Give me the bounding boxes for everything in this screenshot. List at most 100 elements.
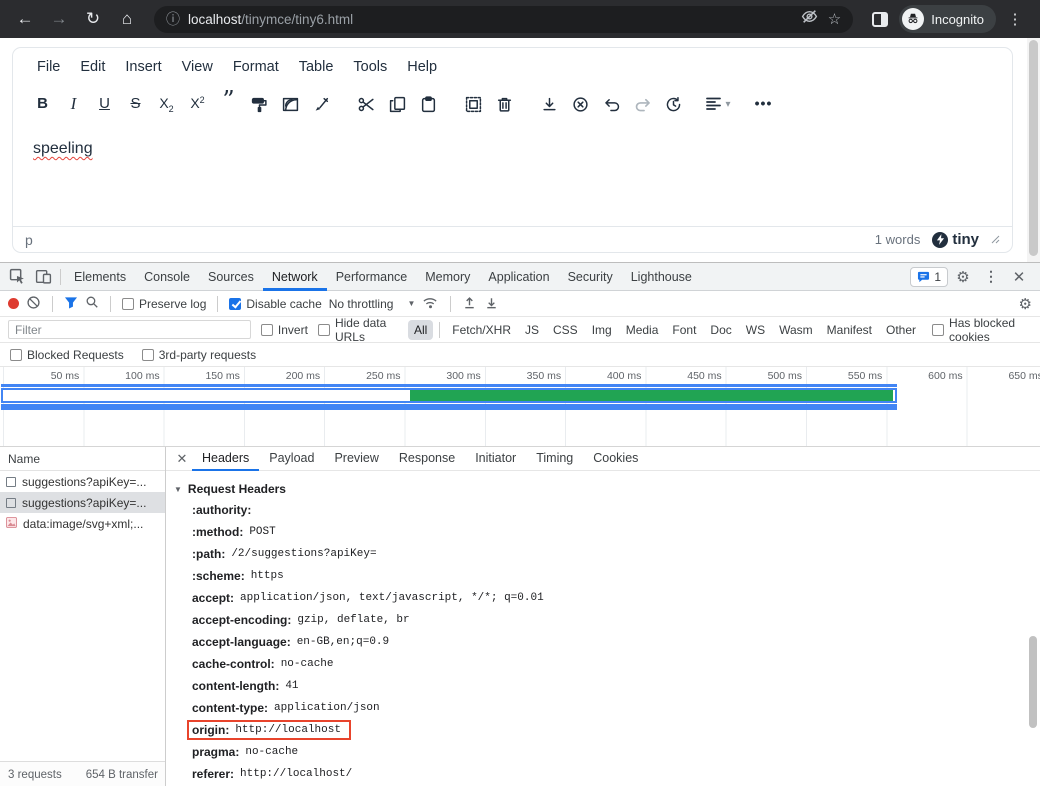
detail-tab-payload[interactable]: Payload — [259, 447, 324, 471]
preserve-log-checkbox[interactable]: Preserve log — [122, 297, 206, 311]
detail-tab-headers[interactable]: Headers — [192, 447, 259, 471]
tab-security[interactable]: Security — [559, 263, 622, 291]
blocked-requests-box[interactable] — [10, 349, 22, 361]
devtools-close-icon[interactable]: ✕ — [1006, 264, 1032, 290]
blockquote-button[interactable]: ” — [215, 91, 242, 118]
side-panel-icon[interactable] — [865, 4, 895, 34]
invert-box[interactable] — [261, 324, 273, 336]
has-blocked-cookies-box[interactable] — [932, 324, 944, 336]
underline-button[interactable]: U — [91, 91, 118, 118]
filter-type-css[interactable]: CSS — [547, 320, 584, 340]
detail-scrollbar-thumb[interactable] — [1029, 636, 1037, 728]
tab-console[interactable]: Console — [135, 263, 199, 291]
name-column-header[interactable]: Name — [0, 447, 165, 471]
address-bar[interactable]: ⓘ localhost/tinymce/tiny6.html ☆ — [154, 6, 853, 33]
menu-format[interactable]: Format — [223, 55, 289, 79]
site-info-icon[interactable]: ⓘ — [166, 9, 180, 29]
filter-type-other[interactable]: Other — [880, 320, 922, 340]
export-button[interactable] — [536, 91, 563, 118]
request-row[interactable]: data:image/svg+xml;... — [0, 513, 165, 534]
permanent-pen-button[interactable] — [308, 91, 335, 118]
page-scrollbar[interactable] — [1027, 38, 1040, 262]
menu-tools[interactable]: Tools — [343, 55, 397, 79]
paste-button[interactable] — [415, 91, 442, 118]
export-har-icon[interactable] — [484, 295, 499, 313]
undo-button[interactable] — [598, 91, 625, 118]
strikethrough-button[interactable]: S — [122, 91, 149, 118]
invert-checkbox[interactable]: Invert — [261, 323, 308, 337]
menu-insert[interactable]: Insert — [115, 55, 171, 79]
forward-icon[interactable]: → — [44, 4, 74, 34]
has-blocked-cookies-checkbox[interactable]: Has blocked cookies — [932, 316, 1032, 344]
remove-button[interactable] — [567, 91, 594, 118]
word-count[interactable]: 1 words — [875, 232, 921, 247]
preserve-log-box[interactable] — [122, 298, 134, 310]
disable-cache-checkbox[interactable]: Disable cache — [229, 297, 321, 311]
devtools-menu-icon[interactable]: ⋮ — [978, 264, 1004, 290]
filter-type-manifest[interactable]: Manifest — [821, 320, 878, 340]
tab-elements[interactable]: Elements — [65, 263, 135, 291]
issues-counter[interactable]: 1 — [910, 267, 948, 287]
browser-menu-icon[interactable]: ⋮ — [1000, 4, 1030, 34]
filter-input[interactable] — [8, 320, 251, 339]
detail-tab-response[interactable]: Response — [389, 447, 465, 471]
inspect-element-icon[interactable] — [4, 264, 30, 290]
filter-funnel-icon[interactable] — [64, 296, 78, 312]
filter-type-js[interactable]: JS — [519, 320, 545, 340]
filter-type-img[interactable]: Img — [586, 320, 618, 340]
import-har-icon[interactable] — [462, 295, 477, 313]
misspelled-word[interactable]: speeling — [33, 140, 93, 157]
detail-close-icon[interactable]: ✕ — [172, 451, 192, 467]
detail-tab-timing[interactable]: Timing — [526, 447, 583, 471]
back-icon[interactable]: ← — [10, 4, 40, 34]
filter-type-ws[interactable]: WS — [740, 320, 771, 340]
tab-memory[interactable]: Memory — [416, 263, 479, 291]
copy-button[interactable] — [384, 91, 411, 118]
more-button[interactable]: ••• — [750, 91, 777, 118]
subscript-button[interactable]: X2 — [153, 91, 180, 118]
menu-edit[interactable]: Edit — [70, 55, 115, 79]
menu-table[interactable]: Table — [289, 55, 344, 79]
bold-button[interactable]: B — [29, 91, 56, 118]
device-toolbar-icon[interactable] — [30, 264, 56, 290]
menu-help[interactable]: Help — [397, 55, 447, 79]
request-row[interactable]: suggestions?apiKey=... — [0, 492, 165, 513]
search-icon[interactable] — [85, 295, 99, 312]
select-all-button[interactable] — [460, 91, 487, 118]
reload-icon[interactable]: ↻ — [78, 4, 108, 34]
network-conditions-icon[interactable] — [422, 295, 439, 313]
superscript-button[interactable]: X2 — [184, 91, 211, 118]
tab-network[interactable]: Network — [263, 263, 327, 291]
detail-tab-initiator[interactable]: Initiator — [465, 447, 526, 471]
tab-lighthouse[interactable]: Lighthouse — [622, 263, 701, 291]
blocked-requests-checkbox[interactable]: Blocked Requests — [10, 348, 124, 362]
cut-button[interactable] — [353, 91, 380, 118]
hide-data-urls-box[interactable] — [318, 324, 330, 336]
tab-sources[interactable]: Sources — [199, 263, 263, 291]
eye-blocked-icon[interactable] — [801, 8, 818, 30]
throttling-dropdown[interactable]: No throttling▼ — [329, 297, 416, 311]
delete-button[interactable] — [491, 91, 518, 118]
format-painter-button[interactable] — [246, 91, 273, 118]
fill-color-button[interactable] — [277, 91, 304, 118]
redo-button[interactable] — [629, 91, 656, 118]
filter-type-doc[interactable]: Doc — [704, 320, 737, 340]
tab-performance[interactable]: Performance — [327, 263, 417, 291]
filter-type-font[interactable]: Font — [666, 320, 702, 340]
page-scrollbar-thumb[interactable] — [1029, 40, 1038, 256]
editor-content[interactable]: speeling — [13, 126, 1012, 226]
tiny-logo[interactable]: tiny — [932, 231, 979, 248]
filter-type-media[interactable]: Media — [620, 320, 665, 340]
third-party-box[interactable] — [142, 349, 154, 361]
clear-icon[interactable] — [26, 295, 41, 313]
request-headers-section[interactable]: ▼ Request Headers — [174, 479, 1040, 499]
tab-application[interactable]: Application — [479, 263, 558, 291]
disclosure-triangle-icon[interactable]: ▼ — [174, 485, 182, 494]
home-icon[interactable]: ⌂ — [112, 4, 142, 34]
element-path[interactable]: p — [25, 232, 33, 248]
disable-cache-box[interactable] — [229, 298, 241, 310]
devtools-settings-icon[interactable]: ⚙ — [950, 264, 976, 290]
third-party-checkbox[interactable]: 3rd-party requests — [142, 348, 256, 362]
bookmark-star-icon[interactable]: ☆ — [828, 10, 841, 28]
italic-button[interactable]: I — [60, 91, 87, 118]
